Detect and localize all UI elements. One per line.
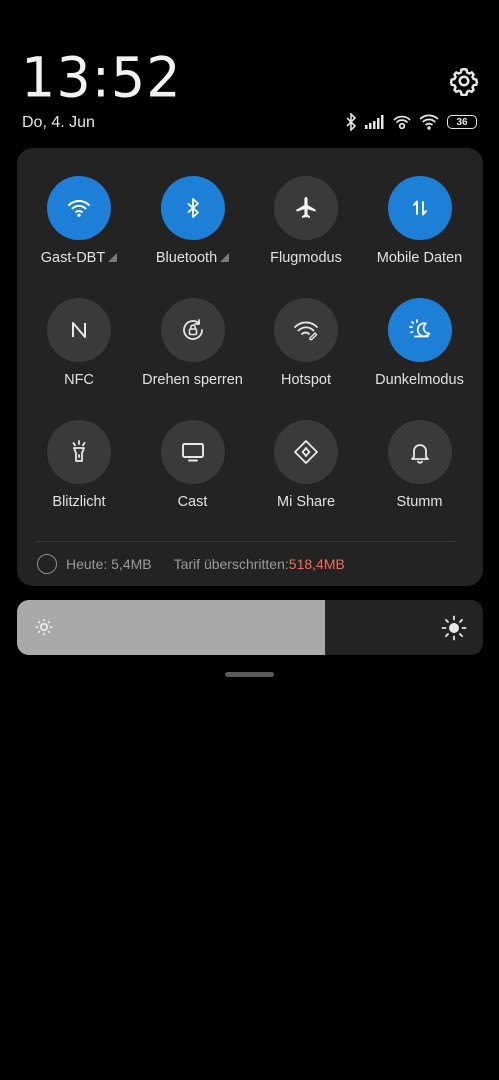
data-usage[interactable]: Heute: 5,4MB Tarif überschritten: 518,4M… [37,553,345,575]
airplane-icon[interactable] [274,176,338,240]
mi-share-icon[interactable] [274,420,338,484]
date[interactable]: Do, 4. Jun [22,114,95,132]
settings-gear-icon[interactable] [449,66,479,97]
mobile-data-icon[interactable] [387,176,452,240]
quick-settings-panel: Gast-DBT Bluetooth Flugmodus Mobile Daten NF… [17,148,483,586]
tile-flugmodus[interactable]: Flugmodus [248,176,364,286]
usage-tariff-value: 518,4MB [288,556,345,572]
brightness-high-icon [441,615,467,641]
tile-mobile-daten[interactable]: Mobile Daten [362,176,478,286]
brightness-low-icon [35,618,53,636]
tile-label: Cast [177,494,208,510]
status-header: 13:52 Do, 4. Jun 36 [0,0,499,140]
bluetooth-status-icon [346,113,357,131]
tile-bluetooth[interactable]: Bluetooth [135,176,251,286]
nfc-icon[interactable] [47,298,111,362]
tile-mi-share[interactable]: Mi Share [248,420,364,530]
hotspot-icon[interactable] [274,298,338,362]
tile-gast-dbt[interactable]: Gast-DBT [21,176,137,286]
clock[interactable]: 13:52 [21,45,182,109]
dark-mode-icon[interactable] [387,298,452,362]
wifi-status-icon [419,114,439,130]
tile-label: Bluetooth [135,250,251,266]
tile-label: Dunkelmodus [375,372,464,388]
divider [37,541,455,542]
panel-drag-handle[interactable] [225,672,274,677]
usage-today: Heute: 5,4MB [66,556,152,572]
tile-label: NFC [64,372,94,388]
brightness-slider[interactable] [17,600,483,655]
usage-ring-icon [37,554,57,574]
expand-indicator-icon [220,253,230,262]
tile-label: Gast-DBT [21,250,137,266]
bell-icon[interactable] [387,420,452,484]
hotspot-status-icon [393,115,411,130]
tile-hotspot[interactable]: Hotspot [248,298,364,408]
usage-tariff-label: Tarif überschritten: [173,556,289,572]
tile-label: Stumm [396,494,443,510]
tile-label: Hotspot [281,372,331,388]
tile-cast[interactable]: Cast [135,420,251,530]
tile-label: Blitzlicht [52,494,106,510]
brightness-fill [17,600,325,655]
tile-label: Drehen sperren [142,372,243,388]
bluetooth-icon[interactable] [160,176,225,240]
status-icons: 36 [345,112,477,132]
tile-dunkelmodus[interactable]: Dunkelmodus [362,298,478,408]
wifi-icon[interactable] [47,176,111,240]
flashlight-icon[interactable] [47,420,111,484]
tile-blitzlicht[interactable]: Blitzlicht [21,420,137,530]
tile-label: Flugmodus [270,250,342,266]
tile-drehen-sperren[interactable]: Drehen sperren [135,298,251,408]
rotation-lock-icon[interactable] [160,298,225,362]
battery-icon: 36 [447,115,477,129]
tile-stumm[interactable]: Stumm [362,420,478,530]
expand-indicator-icon [108,253,118,262]
tile-label: Mi Share [276,494,336,510]
cast-icon[interactable] [160,420,225,484]
tile-label: Mobile Daten [376,250,463,266]
signal-icon [365,115,384,129]
tile-nfc[interactable]: NFC [21,298,137,408]
